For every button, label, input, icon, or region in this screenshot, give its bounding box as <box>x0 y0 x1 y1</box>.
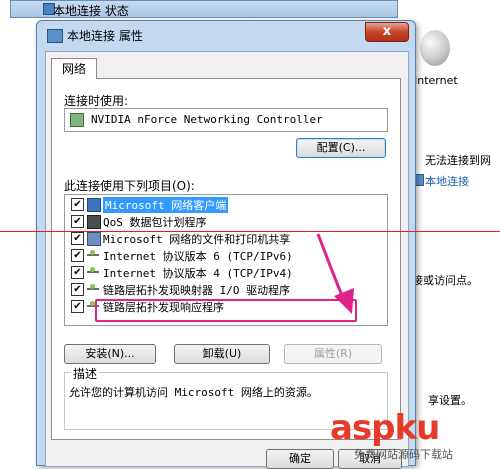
protocol-icon <box>87 250 99 256</box>
network-icon <box>47 29 63 43</box>
internet-label: Internet <box>414 74 458 87</box>
globe-icon <box>420 30 450 66</box>
item-label: Internet 协议版本 6 (TCP/IPv6) <box>103 250 293 263</box>
item-label: Microsoft 网络客户端 <box>103 197 229 213</box>
item-label: Microsoft 网络的文件和打印机共享 <box>103 233 291 246</box>
description-text: 允许您的计算机访问 Microsoft 网络上的资源。 <box>69 386 318 399</box>
item-label: QoS 数据包计划程序 <box>103 216 207 229</box>
connect-using-label: 连接时使用: <box>64 94 129 108</box>
items-label: 此连接使用下列项目(O): <box>64 179 195 193</box>
item-checkbox[interactable]: ✔ <box>71 198 84 211</box>
protocol-icon <box>87 284 99 290</box>
item-checkbox[interactable]: ✔ <box>71 215 84 228</box>
list-item[interactable]: ✔ Microsoft 网络客户端 <box>65 196 387 213</box>
watermark-logo: aspku <box>330 408 440 448</box>
no-connection-text: 无法连接到网 <box>425 154 491 167</box>
dialog-title: 本地连接 属性 <box>67 29 143 43</box>
adapter-field: NVIDIA nForce Networking Controller <box>64 108 388 132</box>
status-window-title: 本地连接 状态 <box>53 4 129 18</box>
install-button[interactable]: 安装(N)... <box>64 344 156 364</box>
network-client-icon <box>87 198 101 212</box>
qos-icon <box>87 215 101 229</box>
settings-text: 享设置。 <box>428 394 472 407</box>
item-checkbox[interactable]: ✔ <box>71 232 84 245</box>
local-connection-link[interactable]: 本地连接 <box>425 173 469 189</box>
list-item[interactable]: ✔ QoS 数据包计划程序 <box>65 213 387 230</box>
uninstall-button[interactable]: 卸载(U) <box>174 344 270 364</box>
share-icon <box>87 232 101 246</box>
watermark-subtitle: 免费网站源码下载站 <box>354 448 453 461</box>
adapter-name: NVIDIA nForce Networking Controller <box>91 113 323 126</box>
status-window-titlebar[interactable]: 本地连接 状态 <box>10 0 398 18</box>
item-checkbox[interactable]: ✔ <box>71 266 84 279</box>
item-label: Internet 协议版本 4 (TCP/IPv4) <box>103 267 293 280</box>
close-button[interactable]: x <box>365 22 409 42</box>
description-title: 描述 <box>71 365 100 382</box>
network-adapter-icon <box>70 113 84 127</box>
watermark: aspku 免费网站源码下载站 <box>330 408 500 464</box>
item-checkbox[interactable]: ✔ <box>71 249 84 262</box>
protocol-icon <box>87 267 99 273</box>
item-label: 链路层拓扑发现映射器 I/O 驱动程序 <box>103 284 291 297</box>
configure-button[interactable]: 配置(C)... <box>296 138 386 158</box>
annotation-line <box>0 231 500 232</box>
properties-button[interactable]: 属性(R) <box>284 344 382 364</box>
ok-button[interactable]: 确定 <box>266 449 334 469</box>
access-point-text: 接或访问点。 <box>412 274 478 287</box>
tab-network[interactable]: 网络 <box>51 58 97 79</box>
item-checkbox[interactable]: ✔ <box>71 300 84 313</box>
item-checkbox[interactable]: ✔ <box>71 283 84 296</box>
annotation-arrow-icon <box>316 233 354 314</box>
